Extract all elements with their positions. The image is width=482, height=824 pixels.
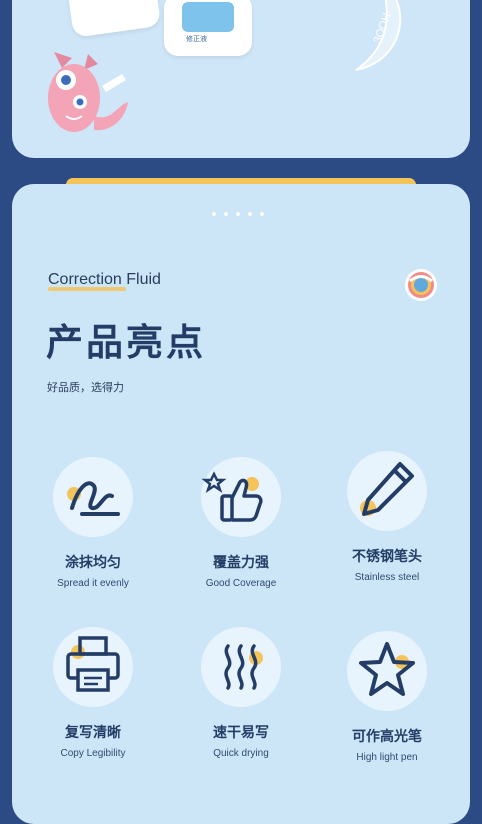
feature-title: 不锈钢笔头 xyxy=(352,549,422,565)
feature-spread-evenly: 涂抹均匀 Spread it evenly xyxy=(18,452,168,589)
dot xyxy=(224,212,228,216)
feature-title: 涂抹均匀 xyxy=(65,555,121,571)
monster-sticker-icon xyxy=(48,52,128,132)
feature-subtitle: Copy Legibility xyxy=(60,748,126,759)
moon-icon: 3OOH xyxy=(355,0,402,71)
feature-highlight-pen: 可作高光笔 High light pen xyxy=(312,626,462,763)
pagination-dots xyxy=(212,212,264,216)
lollipop-icon xyxy=(405,269,437,301)
dot xyxy=(236,212,240,216)
feature-good-coverage: 覆盖力强 Good Coverage xyxy=(166,452,316,589)
brand-underline xyxy=(48,287,126,291)
pencil-icon xyxy=(347,451,427,531)
highlights-card: Correction Fluid 产品亮点 好品质，选得力 涂抹均匀 Sprea… xyxy=(12,184,470,824)
heat-waves-icon xyxy=(201,627,281,707)
pen-stroke-icon xyxy=(52,457,134,537)
dot xyxy=(248,212,252,216)
dot xyxy=(260,212,264,216)
feature-stainless-steel: 不锈钢笔头 Stainless steel xyxy=(312,446,462,583)
feature-subtitle: Quick drying xyxy=(213,748,269,759)
bottle-label-text: 修正液 xyxy=(186,36,207,43)
product-bottle-right: 修正液 xyxy=(164,0,252,56)
page-title: 产品亮点 xyxy=(46,321,206,364)
feature-subtitle: High light pen xyxy=(356,752,418,763)
feature-subtitle: Spread it evenly xyxy=(57,578,129,589)
page-subtitle: 好品质，选得力 xyxy=(47,381,124,394)
hero-panel: 修正液 3OOH xyxy=(12,0,470,158)
feature-copy-legibility: 复写清晰 Copy Legibility xyxy=(18,622,168,759)
product-bottle-left xyxy=(66,0,162,38)
printer-icon xyxy=(53,627,133,707)
thumbs-up-icon xyxy=(201,457,281,537)
star-icon xyxy=(347,631,427,711)
feature-title: 速干易写 xyxy=(213,725,269,741)
feature-quick-drying: 速干易写 Quick drying xyxy=(166,622,316,759)
dot xyxy=(212,212,216,216)
feature-title: 复写清晰 xyxy=(65,725,121,741)
feature-title: 可作高光笔 xyxy=(352,729,422,745)
bottle-label-art xyxy=(182,2,234,32)
feature-subtitle: Good Coverage xyxy=(205,578,277,589)
feature-subtitle: Stainless steel xyxy=(354,572,420,583)
feature-title: 覆盖力强 xyxy=(213,555,269,571)
